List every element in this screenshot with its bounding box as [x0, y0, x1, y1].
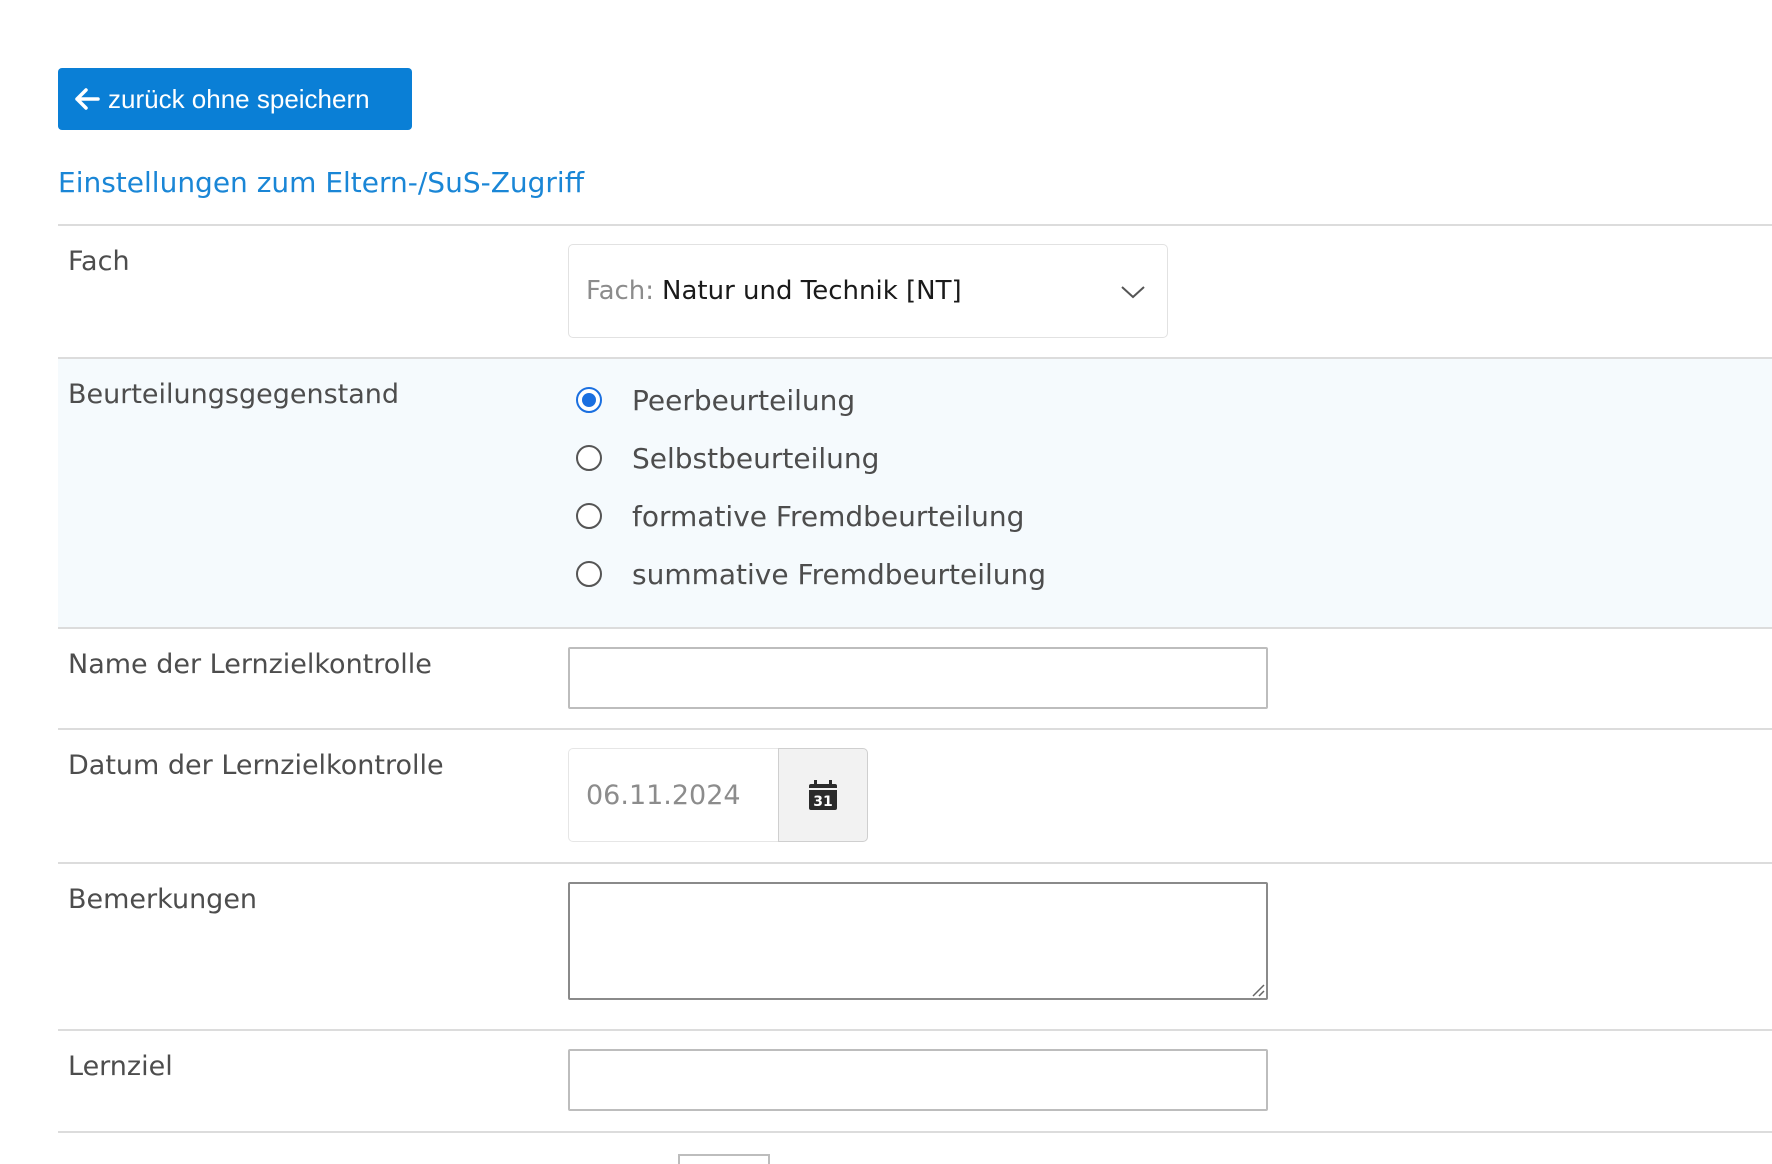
radio-option-summative-fremdbeurteilung[interactable]: summative Fremdbeurteilung [568, 545, 1046, 603]
beurteilung-radio-group: Peerbeurteilung Selbstbeurteilung format… [568, 371, 1046, 603]
bemerkungen-label: Bemerkungen [68, 884, 258, 915]
lernziel-field-wrapper [568, 1049, 1268, 1111]
date-input[interactable]: 06.11.2024 [568, 748, 778, 842]
chevron-down-icon [1121, 286, 1145, 299]
name-field-wrapper [568, 647, 1268, 709]
fach-select-prefix: Fach: [586, 276, 655, 306]
radio-label: Selbstbeurteilung [632, 441, 880, 475]
arrow-left-icon [75, 88, 100, 110]
calendar-icon: 31 [809, 780, 837, 810]
lernziel-input[interactable] [568, 1049, 1268, 1111]
bemerkungen-wrapper [568, 882, 1268, 1000]
partial-input-box[interactable] [678, 1154, 770, 1164]
calendar-day-number: 31 [813, 794, 832, 810]
radio-option-formative-fremdbeurteilung[interactable]: formative Fremdbeurteilung [568, 487, 1046, 545]
calendar-button[interactable]: 31 [778, 748, 868, 842]
radio-button-checked[interactable] [576, 387, 602, 413]
name-input[interactable] [568, 647, 1268, 709]
fach-select[interactable]: Fach: Natur und Technik [NT] [568, 244, 1168, 338]
fach-select-value: Natur und Technik [NT] [662, 276, 962, 306]
radio-button[interactable] [576, 503, 602, 529]
bemerkungen-textarea[interactable] [568, 882, 1268, 1000]
lernziel-label: Lernziel [68, 1051, 173, 1082]
name-label: Name der Lernzielkontrolle [68, 649, 432, 680]
form-row-beurteilungsgegenstand: Beurteilungsgegenstand Peerbeurteilung S… [58, 357, 1772, 627]
form-row-fach: Fach Fach: Natur und Technik [NT] [58, 224, 1772, 357]
form-row-datum: Datum der Lernzielkontrolle 06.11.2024 3… [58, 728, 1772, 862]
radio-button[interactable] [576, 445, 602, 471]
radio-button[interactable] [576, 561, 602, 587]
radio-option-selbstbeurteilung[interactable]: Selbstbeurteilung [568, 429, 1046, 487]
form-row-lernziel: Lernziel [58, 1029, 1772, 1131]
form-row-next [58, 1131, 1772, 1164]
fach-label: Fach [68, 246, 130, 277]
radio-label: summative Fremdbeurteilung [632, 557, 1047, 591]
radio-option-peerbeurteilung[interactable]: Peerbeurteilung [568, 371, 1046, 429]
radio-label: formative Fremdbeurteilung [632, 499, 1025, 533]
form-row-name: Name der Lernzielkontrolle [58, 627, 1772, 728]
date-picker: 06.11.2024 31 [568, 748, 868, 842]
form-row-bemerkungen: Bemerkungen [58, 862, 1772, 1029]
beurteilungsgegenstand-label: Beurteilungsgegenstand [68, 379, 400, 410]
back-without-saving-button[interactable]: zurück ohne speichern [58, 68, 412, 130]
radio-label: Peerbeurteilung [632, 383, 856, 417]
section-title: Einstellungen zum Eltern-/SuS-Zugriff [58, 166, 584, 199]
back-button-label: zurück ohne speichern [108, 83, 370, 114]
page: zurück ohne speichern Einstellungen zum … [0, 0, 1772, 1164]
datum-label: Datum der Lernzielkontrolle [68, 750, 444, 781]
resize-grip-icon[interactable] [1250, 982, 1266, 998]
